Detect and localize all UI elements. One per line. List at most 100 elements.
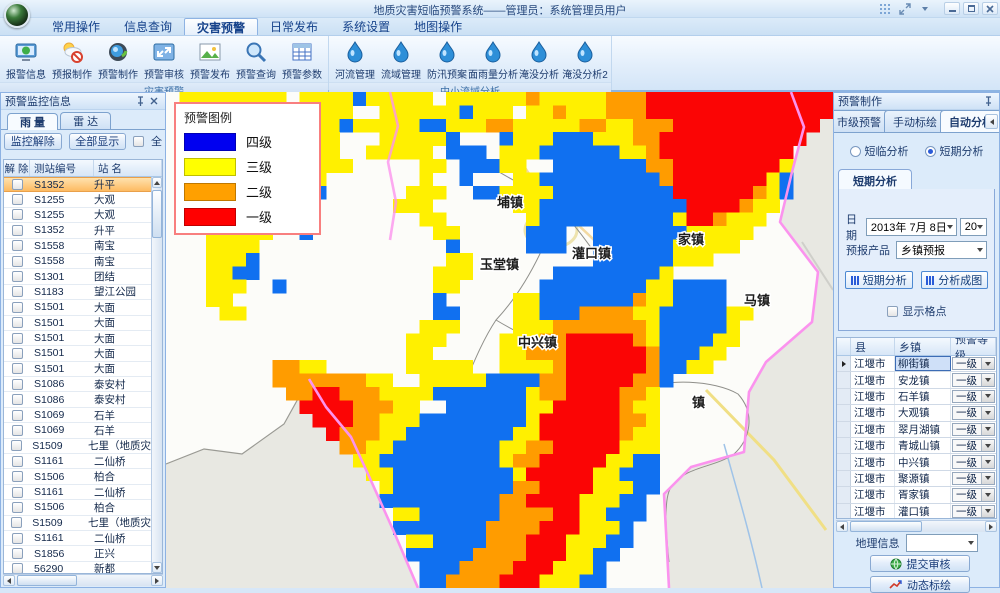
town-cell[interactable]: 安龙镇 [895, 372, 951, 387]
level-dropdown-button[interactable] [981, 358, 994, 369]
level-dropdown-button[interactable] [981, 391, 994, 402]
menu-item-3[interactable]: 日常发布 [258, 18, 330, 35]
col-station-code[interactable]: 测站编号 [30, 160, 94, 176]
menu-item-1[interactable]: 信息查询 [112, 18, 184, 35]
level-dropdown[interactable]: 一级 [952, 373, 995, 386]
level-dropdown-button[interactable] [981, 407, 994, 418]
release-checkbox[interactable] [12, 533, 23, 544]
date-combobox[interactable]: 2013年 7月 8日 [866, 218, 957, 236]
select-all-checkbox[interactable] [133, 136, 144, 147]
station-row[interactable]: S1086泰安村 [4, 392, 151, 407]
release-checkbox[interactable] [12, 563, 23, 573]
station-row[interactable]: S1506柏合 [4, 469, 151, 484]
release-checkbox[interactable] [12, 286, 23, 297]
ribbon-button-河流管理[interactable]: 河流管理 [332, 38, 378, 82]
close-panel-icon[interactable] [147, 95, 161, 108]
release-checkbox[interactable] [11, 517, 22, 528]
station-row[interactable]: S1086泰安村 [4, 377, 151, 392]
release-checkbox[interactable] [12, 225, 23, 236]
town-warning-row[interactable]: 江堰市聚源镇一级 [837, 471, 996, 487]
ribbon-button-预警发布[interactable]: 预警发布 [187, 38, 233, 82]
station-row[interactable]: S1069石羊 [4, 408, 151, 423]
level-dropdown[interactable]: 一级 [952, 406, 995, 419]
release-checkbox[interactable] [12, 240, 23, 251]
product-combobox[interactable]: 乡镇预报 [896, 241, 987, 259]
town-cell[interactable]: 青城山镇 [895, 438, 951, 453]
release-checkbox[interactable] [12, 487, 23, 498]
analysis-to-map-button[interactable]: 分析成图 [921, 271, 989, 289]
release-checkbox[interactable] [11, 440, 22, 451]
level-dropdown[interactable]: 一级 [952, 455, 995, 468]
release-checkbox[interactable] [12, 394, 23, 405]
pin-icon[interactable] [133, 95, 147, 108]
station-row[interactable]: S1161二仙桥 [4, 531, 151, 546]
warning-map[interactable]: 埔镇灌口镇家镇玉堂镇马镇中兴镇镇 预警图例 四级三级二级一级 [166, 92, 833, 588]
release-monitor-button[interactable]: 监控解除 [4, 133, 62, 150]
close-button[interactable] [982, 2, 998, 15]
menu-item-5[interactable]: 地图操作 [402, 18, 474, 35]
station-row[interactable]: S1506柏合 [4, 500, 151, 515]
station-row[interactable]: S1069石羊 [4, 423, 151, 438]
ribbon-button-面雨量分析[interactable]: 面雨量分析 [470, 38, 516, 82]
release-checkbox[interactable] [12, 410, 23, 421]
release-checkbox[interactable] [12, 179, 23, 190]
release-checkbox[interactable] [12, 333, 23, 344]
town-warning-row[interactable]: 江堰市胥家镇一级 [837, 487, 996, 503]
release-checkbox[interactable] [12, 348, 23, 359]
release-checkbox[interactable] [12, 502, 23, 513]
menu-item-2[interactable]: 灾害预警 [184, 18, 258, 35]
level-dropdown[interactable]: 一级 [952, 488, 995, 501]
col-warning-level[interactable]: 预警等级 [951, 338, 996, 355]
release-checkbox[interactable] [12, 209, 23, 220]
town-warning-row[interactable]: 江堰市中兴镇一级 [837, 454, 996, 470]
station-row[interactable]: S1352升平 [4, 223, 151, 238]
tab-city-warning[interactable]: 市级预警 [834, 110, 890, 132]
tab-radar[interactable]: 雷 达 [60, 112, 111, 129]
town-cell[interactable]: 大观镇 [895, 405, 951, 420]
show-gridpoints-checkbox[interactable] [887, 306, 898, 317]
show-all-button[interactable]: 全部显示 [69, 133, 127, 150]
station-row[interactable]: S1501大面 [4, 316, 151, 331]
release-checkbox[interactable] [12, 271, 23, 282]
level-dropdown[interactable]: 一级 [952, 357, 995, 370]
ribbon-button-淹没分析[interactable]: 淹没分析 [516, 38, 562, 82]
level-dropdown-button[interactable] [981, 506, 994, 517]
station-row[interactable]: S1856正兴 [4, 546, 151, 561]
hour-combobox[interactable]: 20 [960, 218, 987, 236]
grid-dots-icon[interactable] [876, 2, 894, 16]
ribbon-button-报警信息[interactable]: 报警信息 [3, 38, 49, 82]
tab-rain[interactable]: 雨 量 [7, 113, 58, 130]
level-dropdown-button[interactable] [981, 473, 994, 484]
station-row[interactable]: S1501大面 [4, 331, 151, 346]
station-row[interactable]: S1161二仙桥 [4, 454, 151, 469]
geo-info-combobox[interactable] [906, 534, 978, 552]
maximize-button[interactable] [963, 2, 979, 15]
ribbon-button-预报制作[interactable]: 预报制作 [49, 38, 95, 82]
release-checkbox[interactable] [12, 256, 23, 267]
ribbon-button-流域管理[interactable]: 流域管理 [378, 38, 424, 82]
station-table-hscrollbar[interactable] [3, 574, 163, 586]
town-cell[interactable]: 灌口镇 [895, 504, 951, 519]
submit-review-button[interactable]: 提交审核 [870, 555, 970, 572]
town-warning-row[interactable]: 江堰市灌口镇一级 [837, 504, 996, 519]
menu-item-0[interactable]: 常用操作 [40, 18, 112, 35]
tab-shortterm-analysis[interactable]: 短期分析 [838, 169, 912, 189]
release-checkbox[interactable] [12, 425, 23, 436]
pin-icon[interactable] [981, 95, 995, 108]
town-cell[interactable]: 中兴镇 [895, 454, 951, 469]
town-warning-row[interactable]: 江堰市石羊镇一级 [837, 389, 996, 405]
chevron-down-icon[interactable] [916, 2, 934, 16]
station-row[interactable]: S1183望江公园 [4, 285, 151, 300]
level-dropdown[interactable]: 一级 [952, 439, 995, 452]
menu-item-4[interactable]: 系统设置 [330, 18, 402, 35]
station-row[interactable]: 56290新都 [4, 562, 151, 573]
radio-shortterm[interactable]: 短期分析 [925, 143, 984, 159]
app-orb-button[interactable] [4, 2, 30, 28]
station-row[interactable]: S1255大观 [4, 192, 151, 207]
station-row[interactable]: S1501大面 [4, 362, 151, 377]
dynamic-plot-button[interactable]: 动态标绘 [870, 576, 970, 593]
ribbon-button-预警查询[interactable]: 预警查询 [233, 38, 279, 82]
release-checkbox[interactable] [12, 317, 23, 328]
col-county[interactable]: 县 [851, 338, 895, 355]
level-dropdown-button[interactable] [981, 424, 994, 435]
